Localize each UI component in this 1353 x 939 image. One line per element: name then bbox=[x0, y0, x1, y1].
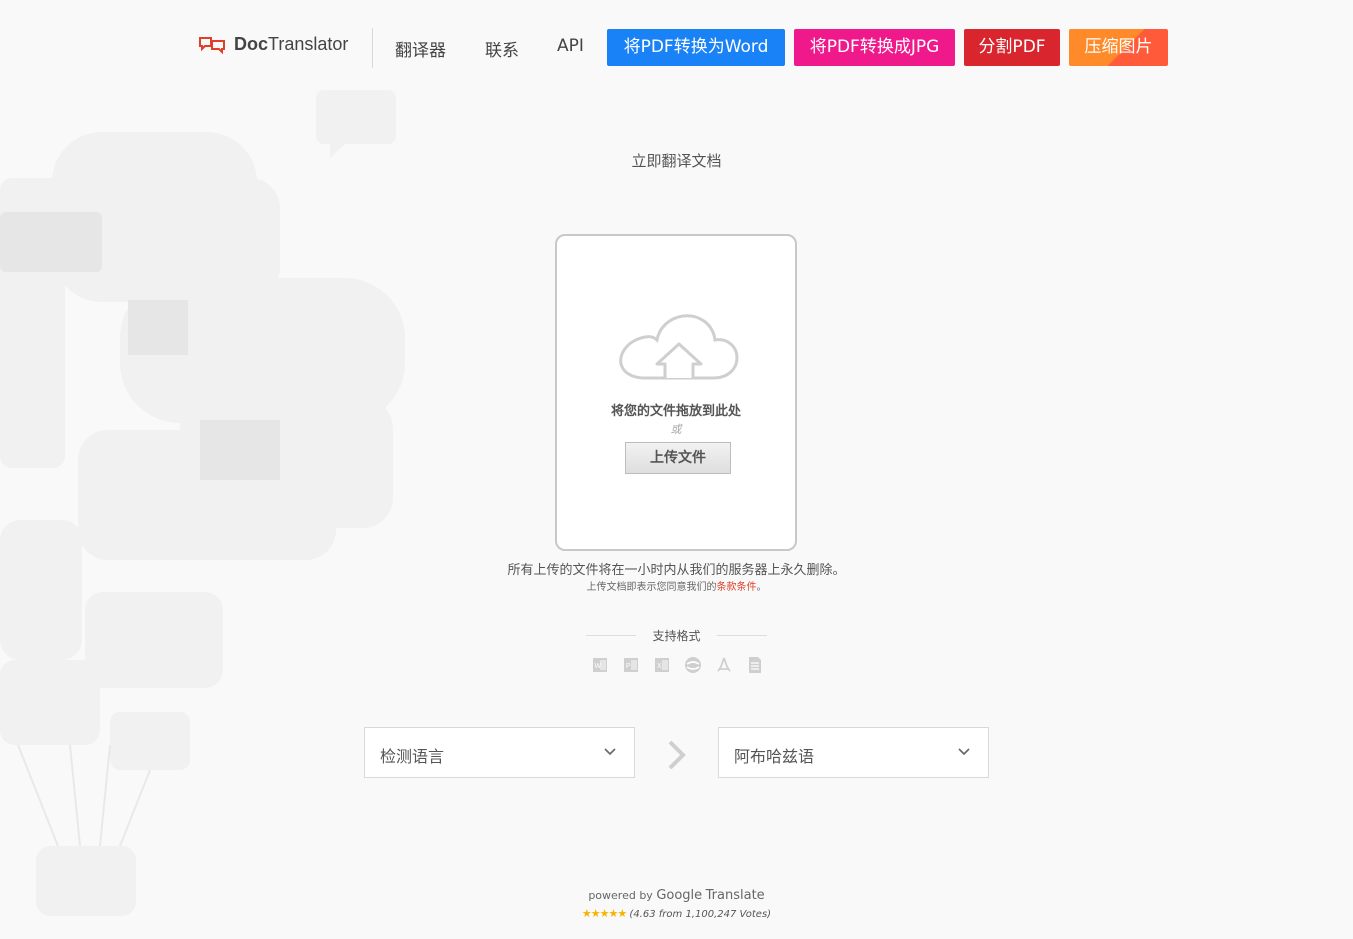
logo-text: DocTranslator bbox=[234, 34, 349, 54]
source-language-select[interactable]: 检测语言 bbox=[364, 727, 635, 778]
logo-speech-bubbles-icon bbox=[199, 36, 225, 54]
google-logo-text: Google bbox=[656, 888, 703, 903]
svg-text:W: W bbox=[595, 663, 602, 670]
supported-formats-list: W P X bbox=[591, 656, 764, 674]
terms-link[interactable]: 条款条件 bbox=[717, 582, 757, 593]
rating: ★★★★★ (4.63 from 1,100,247 Votes) bbox=[0, 907, 1353, 920]
pdf-to-jpg-button[interactable]: 将PDF转换成JPG bbox=[794, 29, 955, 66]
svg-text:P: P bbox=[626, 663, 631, 670]
svg-text:X: X bbox=[657, 663, 662, 670]
powered-by-google-translate: powered by Google Translate bbox=[588, 888, 765, 903]
terms-notice: 上传文档即表示您同意我们的条款条件。 bbox=[586, 582, 767, 593]
pdf-icon bbox=[717, 657, 731, 672]
rating-stars-icon: ★★★★★ bbox=[581, 907, 627, 920]
chevron-down-icon bbox=[958, 748, 970, 756]
nav-contact-link[interactable]: 联系 bbox=[485, 36, 519, 61]
nav-translator-link[interactable]: 翻译器 bbox=[395, 36, 446, 61]
doctranslator-logo[interactable]: DocTranslator bbox=[198, 34, 348, 55]
compress-image-button[interactable]: 压缩图片 bbox=[1069, 29, 1168, 66]
rating-votes: (4.63 from 1,100,247 Votes) bbox=[629, 909, 772, 920]
drop-instruction: 将您的文件拖放到此处 bbox=[610, 404, 741, 419]
nav-api-link[interactable]: API bbox=[557, 36, 584, 56]
upload-file-button[interactable]: 上传文件 bbox=[625, 442, 731, 474]
opendocument-icon bbox=[685, 657, 701, 673]
split-pdf-button[interactable]: 分割PDF bbox=[964, 29, 1060, 66]
top-navigation: DocTranslator 翻译器 联系 API 将PDF转换为Word 将PD… bbox=[0, 28, 1353, 68]
source-language-value: 检测语言 bbox=[380, 747, 445, 766]
target-language-select[interactable]: 阿布哈兹语 bbox=[718, 727, 989, 778]
formats-divider-right bbox=[717, 635, 767, 636]
pdf-to-word-button[interactable]: 将PDF转换为Word bbox=[607, 29, 785, 66]
file-dropzone[interactable]: 将您的文件拖放到此处 或 上传文件 bbox=[555, 234, 797, 551]
chevron-down-icon bbox=[604, 748, 616, 756]
powerpoint-icon: P bbox=[624, 658, 638, 672]
background-balloon-illustration bbox=[0, 90, 405, 916]
supported-formats-label: 支持格式 bbox=[652, 629, 701, 643]
excel-icon: X bbox=[655, 658, 669, 672]
deletion-notice: 所有上传的文件将在一小时内从我们的服务器上永久删除。 bbox=[507, 563, 846, 578]
chevron-right-icon bbox=[668, 740, 686, 770]
header-divider bbox=[372, 28, 373, 68]
cloud-upload-icon bbox=[619, 314, 739, 380]
word-icon: W bbox=[593, 658, 607, 672]
text-file-icon bbox=[749, 657, 761, 673]
page-subtitle: 立即翻译文档 bbox=[631, 152, 722, 170]
target-language-value: 阿布哈兹语 bbox=[734, 747, 815, 766]
or-separator: 或 bbox=[670, 423, 682, 436]
